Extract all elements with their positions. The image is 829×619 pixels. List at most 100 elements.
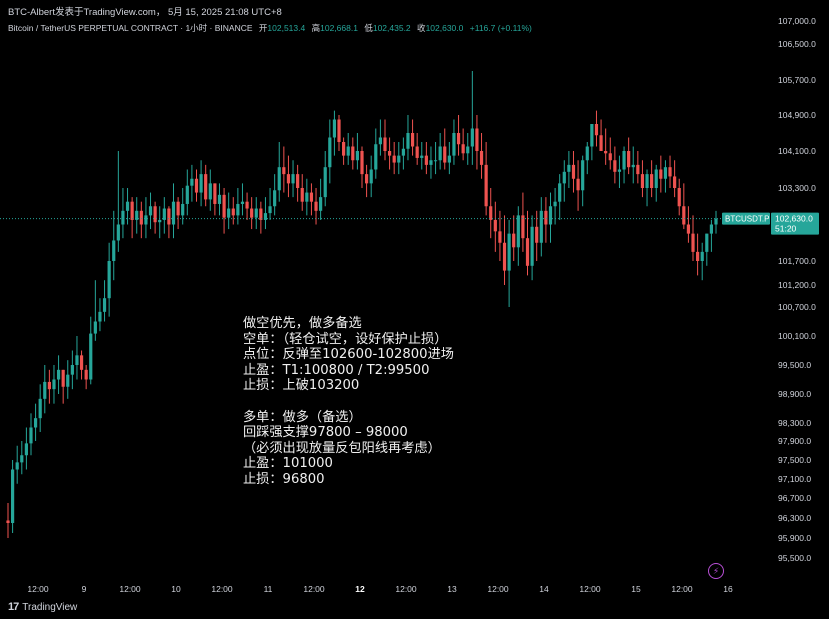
- candle-body: [539, 210, 543, 243]
- candle-body: [199, 174, 203, 193]
- candle-body: [479, 151, 484, 165]
- candle-body: [217, 194, 222, 204]
- candle-body: [236, 203, 240, 216]
- candle-body: [415, 146, 419, 158]
- candle-body: [433, 160, 438, 162]
- candle-body: [125, 201, 130, 211]
- candle-body: [56, 369, 61, 380]
- candle-body: [158, 219, 162, 223]
- candle-body: [300, 188, 304, 202]
- candle-body: [52, 379, 56, 390]
- candle-body: [696, 251, 700, 261]
- analysis-line: 止盈：101000: [243, 456, 333, 472]
- candle-body: [84, 369, 88, 380]
- candle-body: [144, 215, 148, 225]
- candle-body: [254, 208, 258, 218]
- current-price-tag: BTCUSDT.P 102,630.051:20: [722, 212, 819, 235]
- candle-body: [342, 142, 346, 156]
- candle-body: [351, 146, 355, 161]
- candle-body: [604, 151, 608, 154]
- candle-body: [709, 224, 714, 234]
- candle-body: [553, 201, 557, 207]
- time-tick-label: 12:00: [487, 584, 509, 594]
- candle-body: [645, 174, 649, 188]
- candle-body: [38, 398, 42, 419]
- price-tick-label: 100,700.0: [778, 302, 816, 312]
- time-tick-label: 12:00: [211, 584, 233, 594]
- candle-body: [631, 164, 635, 168]
- candle-body: [613, 160, 617, 172]
- candle-body: [705, 233, 709, 252]
- time-tick-label: 9: [82, 584, 87, 594]
- analysis-note: 做空优先，做多备选 空单：（轻仓试空，设好保护止损） 点位：反弹至102600-10…: [243, 316, 454, 488]
- candle-body: [250, 208, 254, 218]
- candle-body: [466, 146, 470, 154]
- candle-body: [240, 201, 245, 204]
- candle-body: [24, 443, 28, 456]
- price-tick-label: 104,900.0: [778, 110, 816, 120]
- candle-body: [231, 208, 235, 216]
- candle-body: [167, 208, 171, 225]
- candle-body: [447, 155, 451, 163]
- price-axis[interactable]: 107,000.0 106,500.0 105,700.0 104,900.0 104,…: [778, 16, 816, 563]
- candle-body: [70, 365, 74, 375]
- price-tick-label: 101,200.0: [778, 280, 816, 290]
- price-tick-label: 98,900.0: [778, 389, 811, 399]
- candle-body: [562, 171, 566, 184]
- time-tick-label: 14: [539, 584, 549, 594]
- time-axis[interactable]: 12:00 9 12:00 10 12:00 11 12:00 12 12:00 13 12:00 1…: [27, 584, 733, 594]
- candle-body: [10, 469, 15, 523]
- price-tick-label: 104,100.0: [778, 146, 816, 156]
- candle-body: [548, 206, 553, 225]
- candle-body: [282, 167, 286, 175]
- time-tick-label: 12:00: [303, 584, 325, 594]
- candle-body: [176, 201, 180, 216]
- price-tick-label: 96,700.0: [778, 493, 811, 503]
- candle-body: [558, 183, 562, 202]
- candle-body: [475, 128, 479, 151]
- candle-body: [387, 151, 392, 156]
- candle-body: [585, 146, 589, 161]
- lightning-icon[interactable]: ⚡: [708, 563, 724, 579]
- candle-body: [33, 418, 38, 428]
- candle-body: [535, 226, 539, 243]
- time-tick-label: 10: [171, 584, 181, 594]
- analysis-spacer: [243, 394, 454, 410]
- candle-body: [700, 251, 704, 261]
- candle-body: [663, 167, 668, 179]
- candle-body: [29, 427, 33, 444]
- price-tick-label: 97,100.0: [778, 474, 811, 484]
- candle-body: [328, 137, 332, 168]
- candle-body: [714, 218, 718, 225]
- candle-body: [493, 219, 497, 232]
- candle-body: [75, 355, 79, 365]
- candle-body: [443, 146, 447, 163]
- candle-body: [599, 135, 603, 151]
- time-tick-label: 12: [355, 584, 365, 594]
- candle-body: [544, 210, 548, 225]
- candle-body: [383, 137, 387, 151]
- price-tick-label: 98,300.0: [778, 418, 811, 428]
- candle-body: [79, 355, 84, 370]
- candle-body: [571, 164, 576, 179]
- candle-body: [640, 174, 645, 188]
- candle-body: [66, 374, 70, 387]
- candle-body: [516, 215, 520, 248]
- analysis-line: 多单：做多（备选）: [243, 409, 362, 425]
- candle-body: [507, 233, 511, 271]
- candle-body: [682, 206, 686, 225]
- candle-body: [20, 455, 24, 463]
- price-tick-label: 101,700.0: [778, 256, 816, 266]
- tradingview-logo[interactable]: 17 TradingView: [8, 601, 77, 613]
- candle-body: [346, 146, 350, 156]
- candle-body: [567, 164, 571, 172]
- price-tick-label: 95,900.0: [778, 533, 811, 543]
- candle-body: [406, 133, 410, 149]
- candlestick-chart[interactable]: 107,000.0 106,500.0 105,700.0 104,900.0 104,…: [0, 0, 829, 619]
- candle-body: [498, 231, 502, 243]
- candle-body: [392, 155, 396, 163]
- current-price-label: 102,630.0: [775, 214, 813, 224]
- candle-body: [594, 124, 599, 136]
- candle-body: [268, 206, 272, 214]
- tradingview-brand: TradingView: [22, 601, 78, 613]
